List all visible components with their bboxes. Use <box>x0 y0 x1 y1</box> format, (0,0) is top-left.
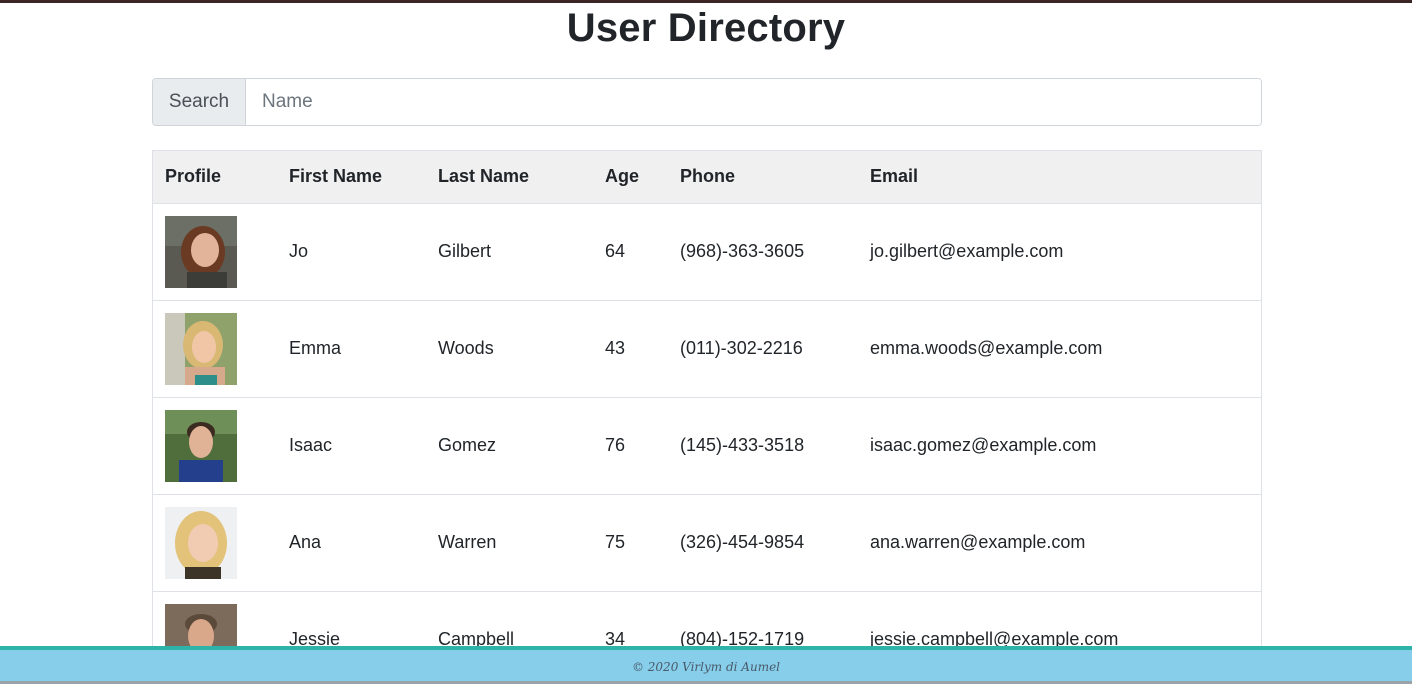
last-name-cell: Gilbert <box>438 241 492 261</box>
phone-cell: (011)-302-2216 <box>680 338 803 358</box>
search-group: Search <box>152 78 1262 126</box>
first-name-cell: Emma <box>289 338 342 358</box>
phone-cell: (804)-152-1719 <box>680 629 805 649</box>
top-window-strip <box>0 0 1412 3</box>
table-row: Jessie Campbell 34 (804)-152-1719 jessie… <box>153 591 1261 650</box>
header-last-name[interactable]: Last Name <box>426 151 593 204</box>
table-row: Emma Woods 43 (011)-302-2216 emma.woods@… <box>153 300 1261 397</box>
search-input[interactable] <box>246 79 1261 125</box>
email-cell: isaac.gomez@example.com <box>870 435 1097 455</box>
email-cell: jo.gilbert@example.com <box>870 241 1064 261</box>
table-row: Ana Warren 75 (326)-454-9854 ana.warren@… <box>153 494 1261 591</box>
avatar <box>165 215 237 288</box>
last-name-cell: Woods <box>438 338 494 358</box>
avatar <box>165 506 237 579</box>
profile-cell <box>153 494 277 591</box>
header-email[interactable]: Email <box>858 151 1261 204</box>
first-name-cell: Ana <box>289 532 322 552</box>
phone-cell: (145)-433-3518 <box>680 435 805 455</box>
first-name-cell: Jessie <box>289 629 341 649</box>
profile-cell <box>153 300 277 397</box>
age-cell: 75 <box>605 532 626 552</box>
email-cell: emma.woods@example.com <box>870 338 1103 358</box>
footer-copyright: © 2020 Virlym di Aumel <box>631 660 781 674</box>
last-name-cell: Campbell <box>438 629 515 649</box>
age-cell: 64 <box>605 241 626 261</box>
age-cell: 43 <box>605 338 626 358</box>
user-table-container: Profile First Name Last Name Age Phone E… <box>152 150 1262 650</box>
search-label: Search <box>153 79 246 125</box>
age-cell: 34 <box>605 629 626 649</box>
phone-cell: (968)-363-3605 <box>680 241 805 261</box>
email-cell: jessie.campbell@example.com <box>870 629 1119 649</box>
age-cell: 76 <box>605 435 626 455</box>
page-footer: © 2020 Virlym di Aumel <box>0 646 1412 684</box>
header-age[interactable]: Age <box>593 151 668 204</box>
header-profile[interactable]: Profile <box>153 151 277 204</box>
email-cell: ana.warren@example.com <box>870 532 1086 552</box>
page-title: User Directory <box>566 6 846 50</box>
profile-cell <box>153 591 277 650</box>
user-table: Profile First Name Last Name Age Phone E… <box>153 151 1261 650</box>
table-row: Jo Gilbert 64 (968)-363-3605 jo.gilbert@… <box>153 203 1261 300</box>
profile-cell <box>153 397 277 494</box>
last-name-cell: Warren <box>438 532 497 552</box>
avatar <box>165 312 237 385</box>
first-name-cell: Isaac <box>289 435 333 455</box>
avatar <box>165 603 237 650</box>
header-phone[interactable]: Phone <box>668 151 858 204</box>
last-name-cell: Gomez <box>438 435 497 455</box>
phone-cell: (326)-454-9854 <box>680 532 805 552</box>
table-row: Isaac Gomez 76 (145)-433-3518 isaac.gome… <box>153 397 1261 494</box>
first-name-cell: Jo <box>289 241 309 261</box>
header-first-name[interactable]: First Name <box>277 151 426 204</box>
avatar <box>165 409 237 482</box>
table-header-row: Profile First Name Last Name Age Phone E… <box>153 151 1261 204</box>
profile-cell <box>153 203 277 300</box>
